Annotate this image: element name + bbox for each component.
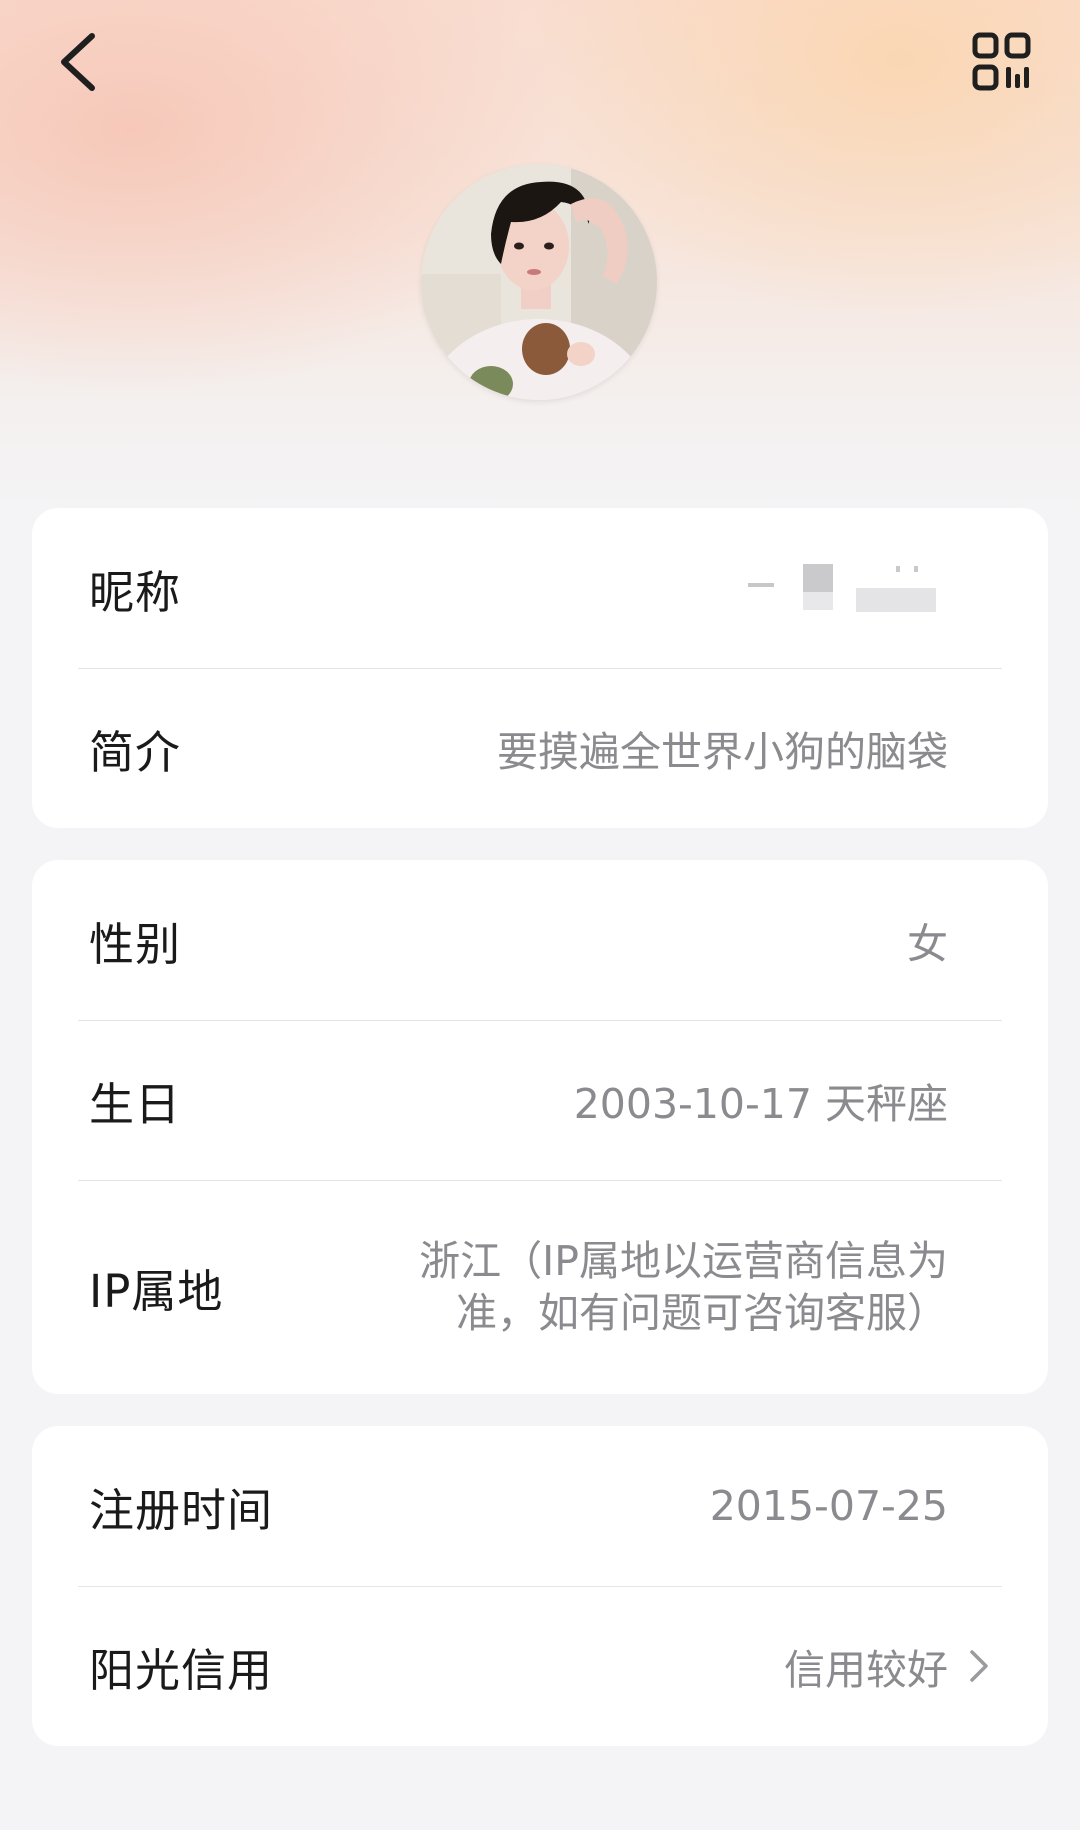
ip-location-value-line1: 浙江（IP属地以运营商信息为 [419,1237,948,1285]
register-time-row[interactable]: 注册时间 2015-07-25 [32,1426,1048,1586]
account-info-card: 注册时间 2015-07-25 阳光信用 信用较好 [32,1426,1048,1746]
gender-row[interactable]: 性别 女 [32,860,1048,1020]
ip-location-value-line2: 准，如有问题可咨询客服） [456,1289,948,1337]
personal-info-card: 性别 女 生日 2003-10-17 天秤座 IP属地 浙江（IP属地以运营商信… [32,860,1048,1394]
birthday-label: 生日 [89,1077,182,1131]
nickname-value-obscured [748,558,948,618]
nickname-row[interactable]: 昵称 [32,508,1048,668]
basic-info-card: 昵称 简介 要摸遍全世界小狗的脑袋 [32,508,1048,828]
gender-label: 性别 [89,917,182,971]
bio-value: 要摸遍全世界小狗的脑袋 [497,728,948,776]
qr-code-button[interactable] [960,20,1044,104]
ip-location-value: 浙江（IP属地以运营商信息为 准，如有问题可咨询客服） [368,1235,948,1339]
birthday-row[interactable]: 生日 2003-10-17 天秤座 [32,1020,1048,1180]
nickname-label: 昵称 [89,565,182,619]
gender-value: 女 [907,920,948,968]
sunshine-credit-row[interactable]: 阳光信用 信用较好 [32,1586,1048,1746]
register-time-value: 2015-07-25 [709,1482,948,1530]
qr-code-icon [972,32,1031,91]
back-button[interactable] [38,22,118,102]
avatar[interactable] [421,164,657,400]
avatar-photo [421,164,657,400]
birthday-value: 2003-10-17 天秤座 [573,1080,948,1128]
bio-row[interactable]: 简介 要摸遍全世界小狗的脑袋 [32,668,1048,828]
chevron-left-icon [61,33,95,91]
sunshine-credit-value: 信用较好 [784,1646,948,1694]
bio-label: 简介 [89,725,182,779]
ip-location-label: IP属地 [89,1264,224,1318]
ip-location-row[interactable]: IP属地 浙江（IP属地以运营商信息为 准，如有问题可咨询客服） [32,1180,1048,1394]
chevron-right-icon [970,1650,988,1682]
register-time-label: 注册时间 [89,1483,274,1537]
sunshine-credit-label: 阳光信用 [89,1643,274,1697]
